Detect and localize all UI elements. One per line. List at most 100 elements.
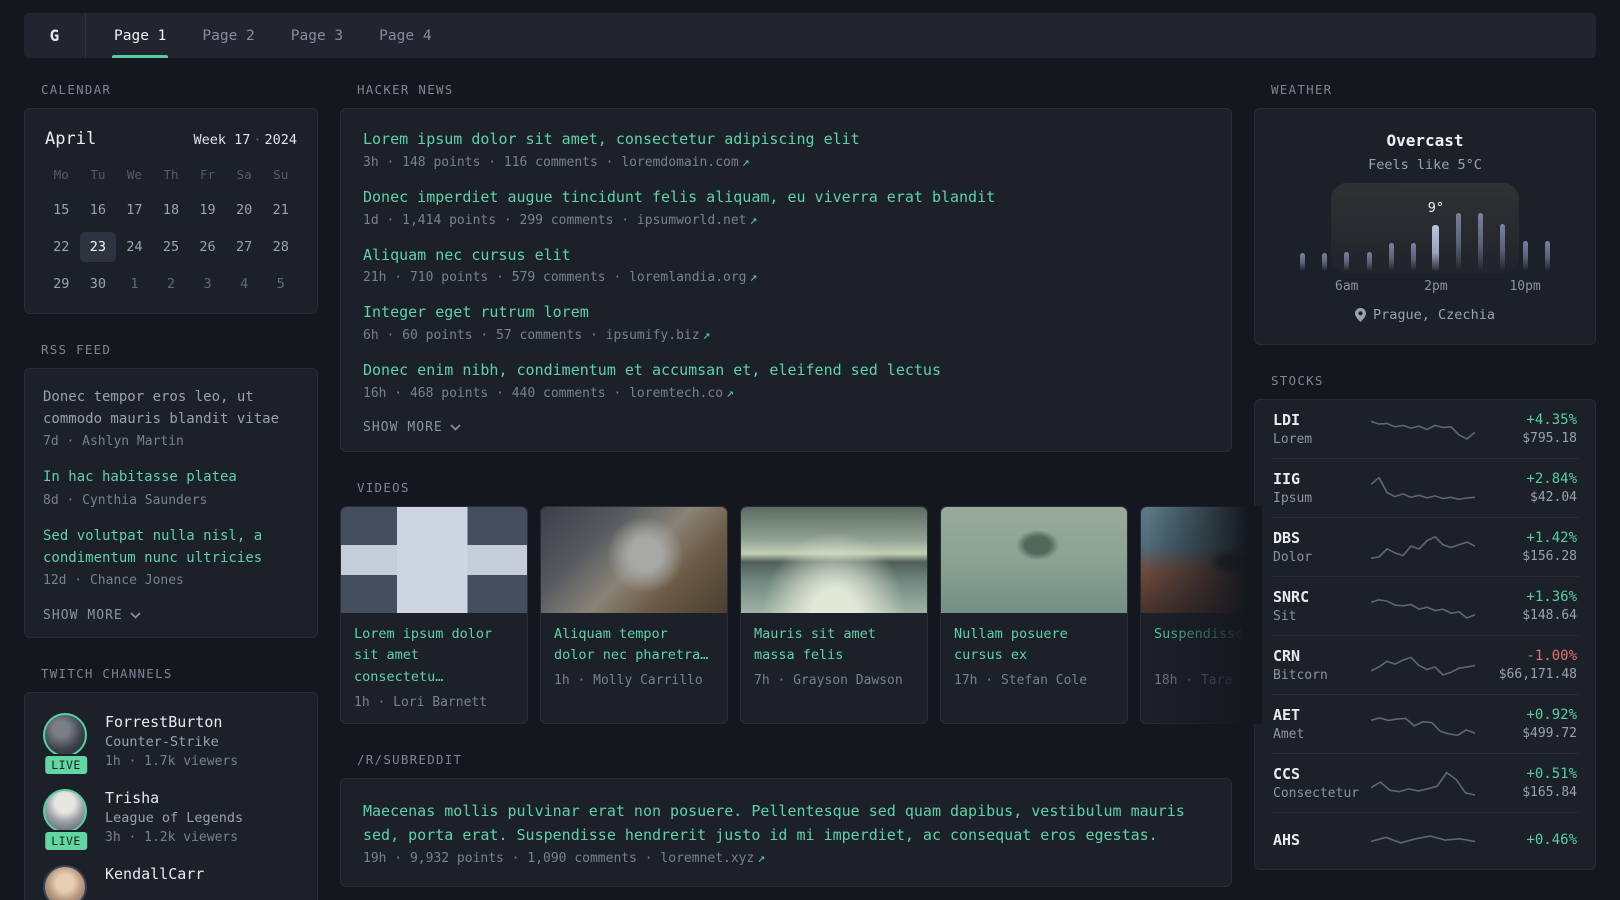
stock-sparkline xyxy=(1365,824,1481,858)
calendar-day: 29 xyxy=(53,276,70,292)
video-card[interactable]: Aliquam tempor dolor nec pharetra… 1h · … xyxy=(540,505,728,724)
video-card[interactable]: Mauris sit amet massa felis 7h · Grayson… xyxy=(740,505,928,724)
weather-bar xyxy=(1492,209,1514,271)
stock-symbol: AHS xyxy=(1273,830,1301,849)
stock-symbol: CRN xyxy=(1273,647,1301,665)
subreddit-widget: Maecenas mollis pulvinar erat non posuer… xyxy=(340,777,1232,887)
weekday-label: Tu xyxy=(90,167,106,182)
calendar-day: 21 xyxy=(272,202,289,218)
video-title: Mauris sit amet massa felis xyxy=(754,625,876,664)
hn-story-link[interactable]: Donec enim nibh, condimentum et accumsan… xyxy=(363,360,1209,382)
page-tabs: Page 1 Page 2 Page 3 Page 4 xyxy=(86,13,450,58)
twitch-channel-kendallcarr[interactable]: KendallCarr xyxy=(43,865,299,900)
stock-price: $42.04 xyxy=(1530,490,1577,505)
stock-sparkline xyxy=(1365,530,1481,564)
rss-item-link[interactable]: In hac habitasse platea xyxy=(43,467,299,489)
twitch-channel-trisha[interactable]: LIVE Trisha League of Legends 3h · 1.2k … xyxy=(43,789,299,853)
stock-row-ahs[interactable]: AHS +0.46% xyxy=(1271,813,1579,869)
channel-avatar xyxy=(43,865,87,900)
weather-bar xyxy=(1402,209,1424,271)
location-pin-icon xyxy=(1355,308,1367,322)
stock-values: +0.92% $499.72 xyxy=(1481,707,1577,741)
rss-item-meta: 8d · Cynthia Saunders xyxy=(43,493,208,509)
calendar-week-year: Week 17 · 2024 xyxy=(193,132,297,148)
hn-story-meta: 16h · 468 points · 440 comments · loremt… xyxy=(363,386,1209,401)
stock-row-snrc[interactable]: SNRC Sit +1.36% $148.64 xyxy=(1271,577,1579,636)
stock-name: Consectetur xyxy=(1273,786,1360,801)
weather-bar xyxy=(1380,209,1402,271)
weather-time-label: 10pm xyxy=(1509,279,1541,294)
current-temperature-label: 9° xyxy=(1427,200,1445,216)
video-thumbnail-camera-hands xyxy=(541,506,727,613)
external-link-arrow-icon: ↗ xyxy=(726,385,734,401)
calendar-year: 2024 xyxy=(264,132,297,148)
stock-row-aet[interactable]: AET Amet +0.92% $499.72 xyxy=(1271,695,1579,754)
stock-row-dbs[interactable]: DBS Dolor +1.42% $156.28 xyxy=(1271,518,1579,577)
rss-section-label: RSS FEED xyxy=(41,342,112,357)
calendar-week-label: Week 17 xyxy=(193,132,251,148)
reddit-post: Maecenas mollis pulvinar erat non posuer… xyxy=(363,799,1209,866)
rss-item-link[interactable]: Sed volutpat nulla nisl, a condimentum n… xyxy=(43,526,299,569)
reddit-post-link[interactable]: Maecenas mollis pulvinar erat non posuer… xyxy=(363,799,1209,847)
stock-price: $66,171.48 xyxy=(1498,667,1577,682)
channel-name: ForrestBurton xyxy=(105,713,223,732)
weekday-label: We xyxy=(126,167,142,182)
rss-item-link[interactable]: Donec tempor eros leo, ut commodo mauris… xyxy=(43,387,299,430)
rss-show-more-button[interactable]: SHOW MORE xyxy=(43,608,141,623)
left-column: CALENDAR April Week 17 · 2024 Mo Tu We Th … xyxy=(24,82,318,900)
video-card[interactable]: Suspendisse diam 18h · Tara xyxy=(1140,505,1262,724)
weather-bar: 10pm xyxy=(1509,209,1541,294)
weather-time-label: 2pm xyxy=(1424,279,1448,294)
weather-section: WEATHER Overcast Feels like 5°C 6am 9° 2pm… xyxy=(1254,82,1596,345)
avatar: LIVE xyxy=(43,789,89,853)
stock-values: +1.36% $148.64 xyxy=(1481,589,1577,623)
stock-sparkline xyxy=(1365,648,1481,682)
twitch-channel-forrestburton[interactable]: LIVE ForrestBurton Counter-Strike 1h · 1… xyxy=(43,713,299,777)
tab-page-4[interactable]: Page 4 xyxy=(366,13,444,58)
subreddit-section-label: /R/SUBREDDIT xyxy=(357,751,463,767)
channel-game: Counter-Strike xyxy=(105,734,219,751)
channel-avatar xyxy=(43,789,87,834)
weather-condition: Overcast xyxy=(1386,131,1464,150)
calendar-day: 28 xyxy=(272,239,289,255)
video-meta: 17h · Stefan Cole xyxy=(954,672,1088,688)
calendar-header: April Week 17 · 2024 xyxy=(45,129,297,149)
stock-name: Dolor xyxy=(1273,550,1313,565)
hn-story-link[interactable]: Integer eget rutrum lorem xyxy=(363,302,1209,324)
video-card[interactable]: Lorem ipsum dolor sit amet consectetu… 1… xyxy=(340,505,528,724)
video-thumbnail-boat-wake xyxy=(741,506,927,613)
calendar-section-label: CALENDAR xyxy=(41,82,112,97)
stock-row-ldi[interactable]: LDI Lorem +4.35% $795.18 xyxy=(1271,400,1579,459)
hn-story: Lorem ipsum dolor sit amet, consectetur … xyxy=(363,129,1209,170)
logo[interactable]: G xyxy=(24,13,86,58)
stock-id: CRN Bitcorn xyxy=(1273,647,1365,683)
stock-values: +2.84% $42.04 xyxy=(1481,471,1577,505)
hn-show-more-button[interactable]: SHOW MORE xyxy=(363,420,461,435)
hn-story-meta: 3h · 148 points · 116 comments · loremdo… xyxy=(363,155,1209,170)
video-info: Nullam posuere cursus ex 17h · Stefan Co… xyxy=(941,613,1127,701)
stock-row-crn[interactable]: CRN Bitcorn -1.00% $66,171.48 xyxy=(1271,636,1579,695)
stock-row-ccs[interactable]: CCS Consectetur +0.51% $165.84 xyxy=(1271,754,1579,813)
hn-story-link[interactable]: Donec imperdiet augue tincidunt felis al… xyxy=(363,187,1209,209)
video-info: Lorem ipsum dolor sit amet consectetu… 1… xyxy=(341,613,527,723)
stock-change: +0.92% xyxy=(1526,707,1577,723)
calendar-day-next-month: 1 xyxy=(130,276,139,292)
calendar-day-next-month: 3 xyxy=(203,276,212,292)
video-title: Lorem ipsum dolor sit amet consectetu… xyxy=(354,625,493,685)
channel-info: KendallCarr xyxy=(105,865,204,900)
channel-name: Trisha xyxy=(105,789,160,808)
hn-story-link[interactable]: Lorem ipsum dolor sit amet, consectetur … xyxy=(363,129,1209,151)
channel-avatar xyxy=(43,713,87,758)
stock-symbol: LDI xyxy=(1273,411,1301,429)
calendar-day-next-month: 5 xyxy=(276,276,285,292)
reddit-post-meta-text: 19h · 9,932 points · 1,090 comments · lo… xyxy=(363,850,755,866)
calendar-day: 26 xyxy=(199,239,216,255)
stock-id: AHS xyxy=(1273,831,1365,852)
tab-page-1[interactable]: Page 1 xyxy=(101,13,179,58)
stock-row-iig[interactable]: IIG Ipsum +2.84% $42.04 xyxy=(1271,459,1579,518)
video-info: Mauris sit amet massa felis 7h · Grayson… xyxy=(741,613,927,701)
hn-story-link[interactable]: Aliquam nec cursus elit xyxy=(363,245,1209,267)
tab-page-3[interactable]: Page 3 xyxy=(278,13,356,58)
video-card[interactable]: Nullam posuere cursus ex 17h · Stefan Co… xyxy=(940,505,1128,724)
tab-page-2[interactable]: Page 2 xyxy=(189,13,267,58)
